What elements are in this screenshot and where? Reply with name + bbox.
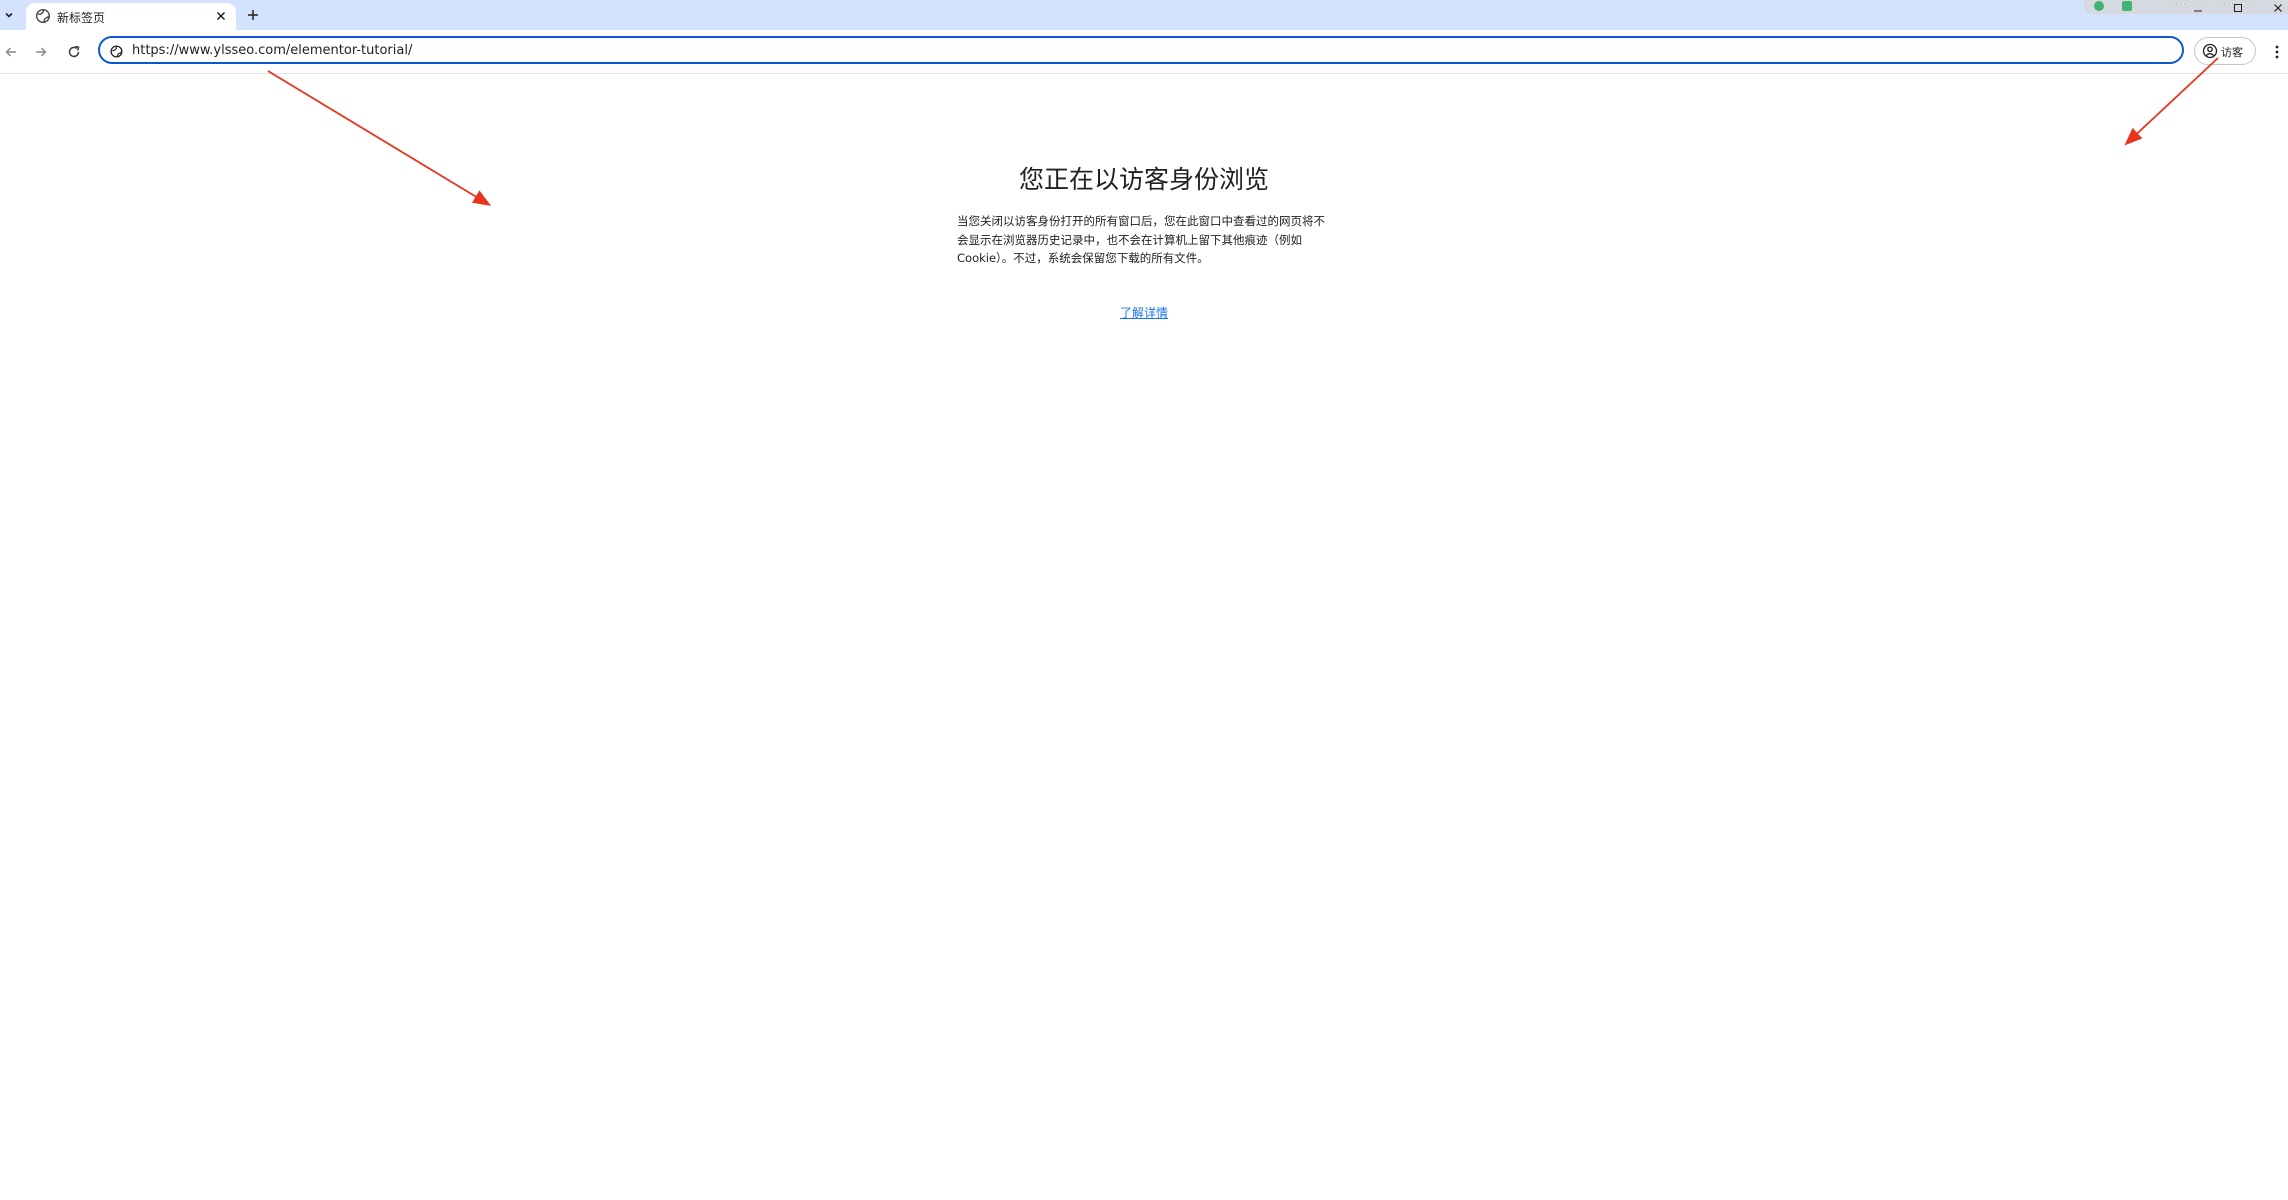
maximize-icon (2234, 4, 2242, 12)
maximize-button[interactable] (2230, 1, 2246, 15)
close-icon (216, 11, 226, 21)
minimize-button[interactable] (2190, 1, 2206, 15)
tab-search-button[interactable] (0, 4, 18, 26)
profile-label: 访客 (2221, 46, 2243, 59)
close-icon (2274, 4, 2282, 12)
forward-button[interactable] (28, 39, 54, 65)
guest-profile-icon (2202, 43, 2218, 59)
tab-active[interactable]: 新标签页 (26, 3, 236, 30)
address-bar[interactable] (98, 36, 2184, 64)
guest-profile-button[interactable]: 访客 (2194, 37, 2256, 65)
back-button[interactable] (0, 39, 24, 65)
back-arrow-icon (5, 47, 16, 57)
url-input[interactable] (132, 43, 2032, 58)
tab-title: 新标签页 (57, 11, 106, 25)
window-controls (2186, 1, 2288, 15)
browser-toolbar: 访客 (0, 30, 2288, 74)
tab-strip: 新标签页 0.0 K/s 0.0 K/s (0, 0, 2288, 30)
reload-icon (68, 45, 80, 58)
new-tab-button[interactable] (243, 5, 263, 25)
status-dot-icon (2094, 1, 2104, 11)
page-title: 您正在以访客身份浏览 (1018, 165, 1269, 194)
plus-icon (248, 10, 258, 20)
chevron-down-icon (5, 12, 13, 18)
forward-arrow-icon (36, 47, 47, 57)
globe-icon (35, 8, 51, 24)
tab-close-button[interactable] (212, 7, 230, 25)
status-square-icon (2122, 1, 2132, 11)
minimize-icon (2194, 10, 2202, 12)
guest-description: 当您关闭以访客身份打开的所有窗口后，您在此窗口中查看过的网页将不会显示在浏览器历… (957, 214, 1325, 266)
site-info-button[interactable] (107, 42, 125, 60)
browser-menu-button[interactable] (2268, 39, 2286, 65)
guest-mode-page: 您正在以访客身份浏览 当您关闭以访客身份打开的所有窗口后，您在此窗口中查看过的网… (0, 74, 2288, 1200)
site-info-icon (109, 44, 123, 58)
close-window-button[interactable] (2270, 1, 2286, 15)
learn-more-link[interactable]: 了解详情 (0, 304, 2288, 321)
reload-button[interactable] (61, 39, 87, 65)
kebab-menu-icon (2275, 45, 2279, 59)
